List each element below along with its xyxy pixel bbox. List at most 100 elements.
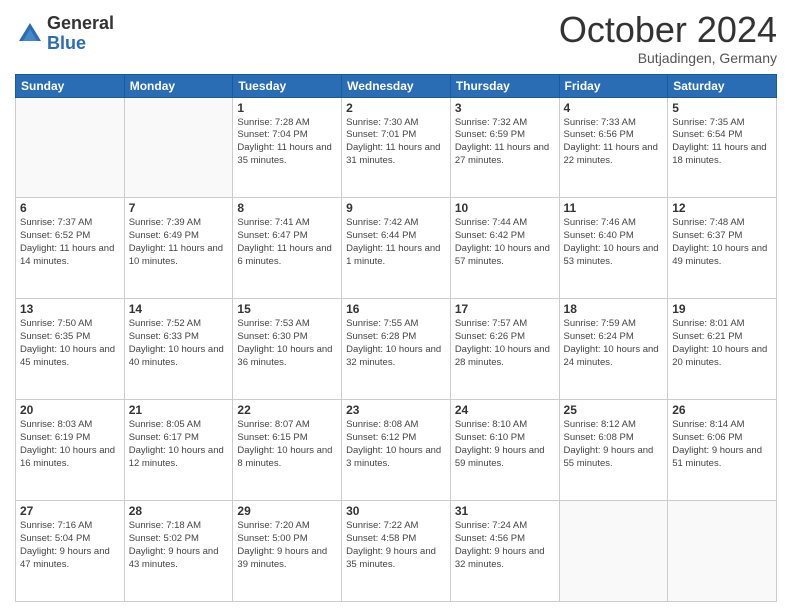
day-cell: 27 Sunrise: 7:16 AM Sunset: 5:04 PM Dayli… bbox=[16, 501, 125, 602]
day-number: 17 bbox=[455, 302, 555, 316]
day-cell: 7 Sunrise: 7:39 AM Sunset: 6:49 PM Daylig… bbox=[124, 198, 233, 299]
day-number: 16 bbox=[346, 302, 446, 316]
day-info: Sunrise: 8:10 AM Sunset: 6:10 PM Dayligh… bbox=[455, 419, 555, 470]
day-cell: 11 Sunrise: 7:46 AM Sunset: 6:40 PM Dayli… bbox=[559, 198, 668, 299]
day-cell: 30Sunrise: 7:22 AM Sunset: 4:58 PM Dayli… bbox=[342, 501, 451, 602]
day-number: 23 bbox=[346, 403, 446, 417]
day-info: Sunrise: 8:12 AM Sunset: 6:08 PM Dayligh… bbox=[564, 419, 664, 470]
day-number: 10 bbox=[455, 201, 555, 215]
calendar-table: Sunday Monday Tuesday Wednesday Thursday… bbox=[15, 74, 777, 602]
day-cell: 24Sunrise: 8:10 AM Sunset: 6:10 PM Dayli… bbox=[450, 400, 559, 501]
day-number: 1 bbox=[237, 101, 337, 115]
week-row-3: 20 Sunrise: 8:03 AM Sunset: 6:19 PM Dayli… bbox=[16, 400, 777, 501]
day-info: Sunrise: 7:28 AM Sunset: 7:04 PM Dayligh… bbox=[237, 117, 337, 168]
day-info: Sunrise: 7:32 AM Sunset: 6:59 PM Dayligh… bbox=[455, 117, 555, 168]
logo-blue-text: Blue bbox=[47, 34, 114, 54]
day-info: Sunrise: 7:16 AM Sunset: 5:04 PM Dayligh… bbox=[20, 520, 120, 571]
header: General Blue October 2024 Butjadingen, G… bbox=[15, 10, 777, 66]
week-row-1: 6 Sunrise: 7:37 AM Sunset: 6:52 PM Daylig… bbox=[16, 198, 777, 299]
day-cell: 29 Sunrise: 7:20 AM Sunset: 5:00 PM Dayli… bbox=[233, 501, 342, 602]
day-number: 5 bbox=[672, 101, 772, 115]
header-monday: Monday bbox=[124, 74, 233, 97]
day-number: 26 bbox=[672, 403, 772, 417]
day-number: 12 bbox=[672, 201, 772, 215]
day-info: Sunrise: 7:44 AM Sunset: 6:42 PM Dayligh… bbox=[455, 217, 555, 268]
day-info: Sunrise: 7:57 AM Sunset: 6:26 PM Dayligh… bbox=[455, 318, 555, 369]
day-info: Sunrise: 7:18 AM Sunset: 5:02 PM Dayligh… bbox=[129, 520, 229, 571]
day-cell: 22Sunrise: 8:07 AM Sunset: 6:15 PM Dayli… bbox=[233, 400, 342, 501]
day-cell: 9 Sunrise: 7:42 AM Sunset: 6:44 PM Daylig… bbox=[342, 198, 451, 299]
day-cell bbox=[668, 501, 777, 602]
day-number: 6 bbox=[20, 201, 120, 215]
day-number: 3 bbox=[455, 101, 555, 115]
day-number: 8 bbox=[237, 201, 337, 215]
day-info: Sunrise: 7:37 AM Sunset: 6:52 PM Dayligh… bbox=[20, 217, 120, 268]
day-number: 15 bbox=[237, 302, 337, 316]
day-info: Sunrise: 7:30 AM Sunset: 7:01 PM Dayligh… bbox=[346, 117, 446, 168]
day-info: Sunrise: 8:08 AM Sunset: 6:12 PM Dayligh… bbox=[346, 419, 446, 470]
day-number: 21 bbox=[129, 403, 229, 417]
day-number: 29 bbox=[237, 504, 337, 518]
day-cell: 26Sunrise: 8:14 AM Sunset: 6:06 PM Dayli… bbox=[668, 400, 777, 501]
day-cell: 20 Sunrise: 8:03 AM Sunset: 6:19 PM Dayli… bbox=[16, 400, 125, 501]
day-cell: 1 Sunrise: 7:28 AM Sunset: 7:04 PM Daylig… bbox=[233, 97, 342, 198]
day-info: Sunrise: 7:39 AM Sunset: 6:49 PM Dayligh… bbox=[129, 217, 229, 268]
header-wednesday: Wednesday bbox=[342, 74, 451, 97]
day-cell: 17 Sunrise: 7:57 AM Sunset: 6:26 PM Dayli… bbox=[450, 299, 559, 400]
logo-general-text: General bbox=[47, 14, 114, 34]
header-thursday: Thursday bbox=[450, 74, 559, 97]
day-cell: 6 Sunrise: 7:37 AM Sunset: 6:52 PM Daylig… bbox=[16, 198, 125, 299]
day-info: Sunrise: 7:50 AM Sunset: 6:35 PM Dayligh… bbox=[20, 318, 120, 369]
day-number: 20 bbox=[20, 403, 120, 417]
day-info: Sunrise: 7:53 AM Sunset: 6:30 PM Dayligh… bbox=[237, 318, 337, 369]
page: General Blue October 2024 Butjadingen, G… bbox=[0, 0, 792, 612]
day-info: Sunrise: 8:01 AM Sunset: 6:21 PM Dayligh… bbox=[672, 318, 772, 369]
day-cell: 25 Sunrise: 8:12 AM Sunset: 6:08 PM Dayli… bbox=[559, 400, 668, 501]
day-cell: 21Sunrise: 8:05 AM Sunset: 6:17 PM Dayli… bbox=[124, 400, 233, 501]
logo: General Blue bbox=[15, 14, 114, 54]
logo-icon bbox=[15, 19, 45, 49]
day-number: 19 bbox=[672, 302, 772, 316]
location-subtitle: Butjadingen, Germany bbox=[559, 50, 777, 66]
day-cell bbox=[124, 97, 233, 198]
day-cell: 13 Sunrise: 7:50 AM Sunset: 6:35 PM Dayli… bbox=[16, 299, 125, 400]
day-cell bbox=[16, 97, 125, 198]
day-info: Sunrise: 7:24 AM Sunset: 4:56 PM Dayligh… bbox=[455, 520, 555, 571]
day-number: 22 bbox=[237, 403, 337, 417]
day-cell: 3 Sunrise: 7:32 AM Sunset: 6:59 PM Daylig… bbox=[450, 97, 559, 198]
day-info: Sunrise: 8:03 AM Sunset: 6:19 PM Dayligh… bbox=[20, 419, 120, 470]
day-info: Sunrise: 7:22 AM Sunset: 4:58 PM Dayligh… bbox=[346, 520, 446, 571]
day-number: 7 bbox=[129, 201, 229, 215]
day-cell: 5 Sunrise: 7:35 AM Sunset: 6:54 PM Daylig… bbox=[668, 97, 777, 198]
day-cell: 8 Sunrise: 7:41 AM Sunset: 6:47 PM Daylig… bbox=[233, 198, 342, 299]
header-tuesday: Tuesday bbox=[233, 74, 342, 97]
day-info: Sunrise: 7:41 AM Sunset: 6:47 PM Dayligh… bbox=[237, 217, 337, 268]
day-info: Sunrise: 7:59 AM Sunset: 6:24 PM Dayligh… bbox=[564, 318, 664, 369]
week-row-4: 27 Sunrise: 7:16 AM Sunset: 5:04 PM Dayli… bbox=[16, 501, 777, 602]
day-cell: 12 Sunrise: 7:48 AM Sunset: 6:37 PM Dayli… bbox=[668, 198, 777, 299]
day-info: Sunrise: 7:55 AM Sunset: 6:28 PM Dayligh… bbox=[346, 318, 446, 369]
day-number: 28 bbox=[129, 504, 229, 518]
day-cell: 19 Sunrise: 8:01 AM Sunset: 6:21 PM Dayli… bbox=[668, 299, 777, 400]
day-info: Sunrise: 7:35 AM Sunset: 6:54 PM Dayligh… bbox=[672, 117, 772, 168]
day-number: 31 bbox=[455, 504, 555, 518]
day-info: Sunrise: 7:46 AM Sunset: 6:40 PM Dayligh… bbox=[564, 217, 664, 268]
day-number: 9 bbox=[346, 201, 446, 215]
day-number: 11 bbox=[564, 201, 664, 215]
day-cell: 10 Sunrise: 7:44 AM Sunset: 6:42 PM Dayli… bbox=[450, 198, 559, 299]
day-number: 13 bbox=[20, 302, 120, 316]
day-number: 27 bbox=[20, 504, 120, 518]
day-info: Sunrise: 7:42 AM Sunset: 6:44 PM Dayligh… bbox=[346, 217, 446, 268]
day-info: Sunrise: 7:48 AM Sunset: 6:37 PM Dayligh… bbox=[672, 217, 772, 268]
day-cell: 14Sunrise: 7:52 AM Sunset: 6:33 PM Dayli… bbox=[124, 299, 233, 400]
logo-text: General Blue bbox=[47, 14, 114, 54]
day-info: Sunrise: 7:20 AM Sunset: 5:00 PM Dayligh… bbox=[237, 520, 337, 571]
day-info: Sunrise: 7:33 AM Sunset: 6:56 PM Dayligh… bbox=[564, 117, 664, 168]
day-number: 25 bbox=[564, 403, 664, 417]
day-cell: 31 Sunrise: 7:24 AM Sunset: 4:56 PM Dayli… bbox=[450, 501, 559, 602]
week-row-2: 13 Sunrise: 7:50 AM Sunset: 6:35 PM Dayli… bbox=[16, 299, 777, 400]
header-saturday: Saturday bbox=[668, 74, 777, 97]
month-title: October 2024 bbox=[559, 10, 777, 50]
day-number: 2 bbox=[346, 101, 446, 115]
header-friday: Friday bbox=[559, 74, 668, 97]
